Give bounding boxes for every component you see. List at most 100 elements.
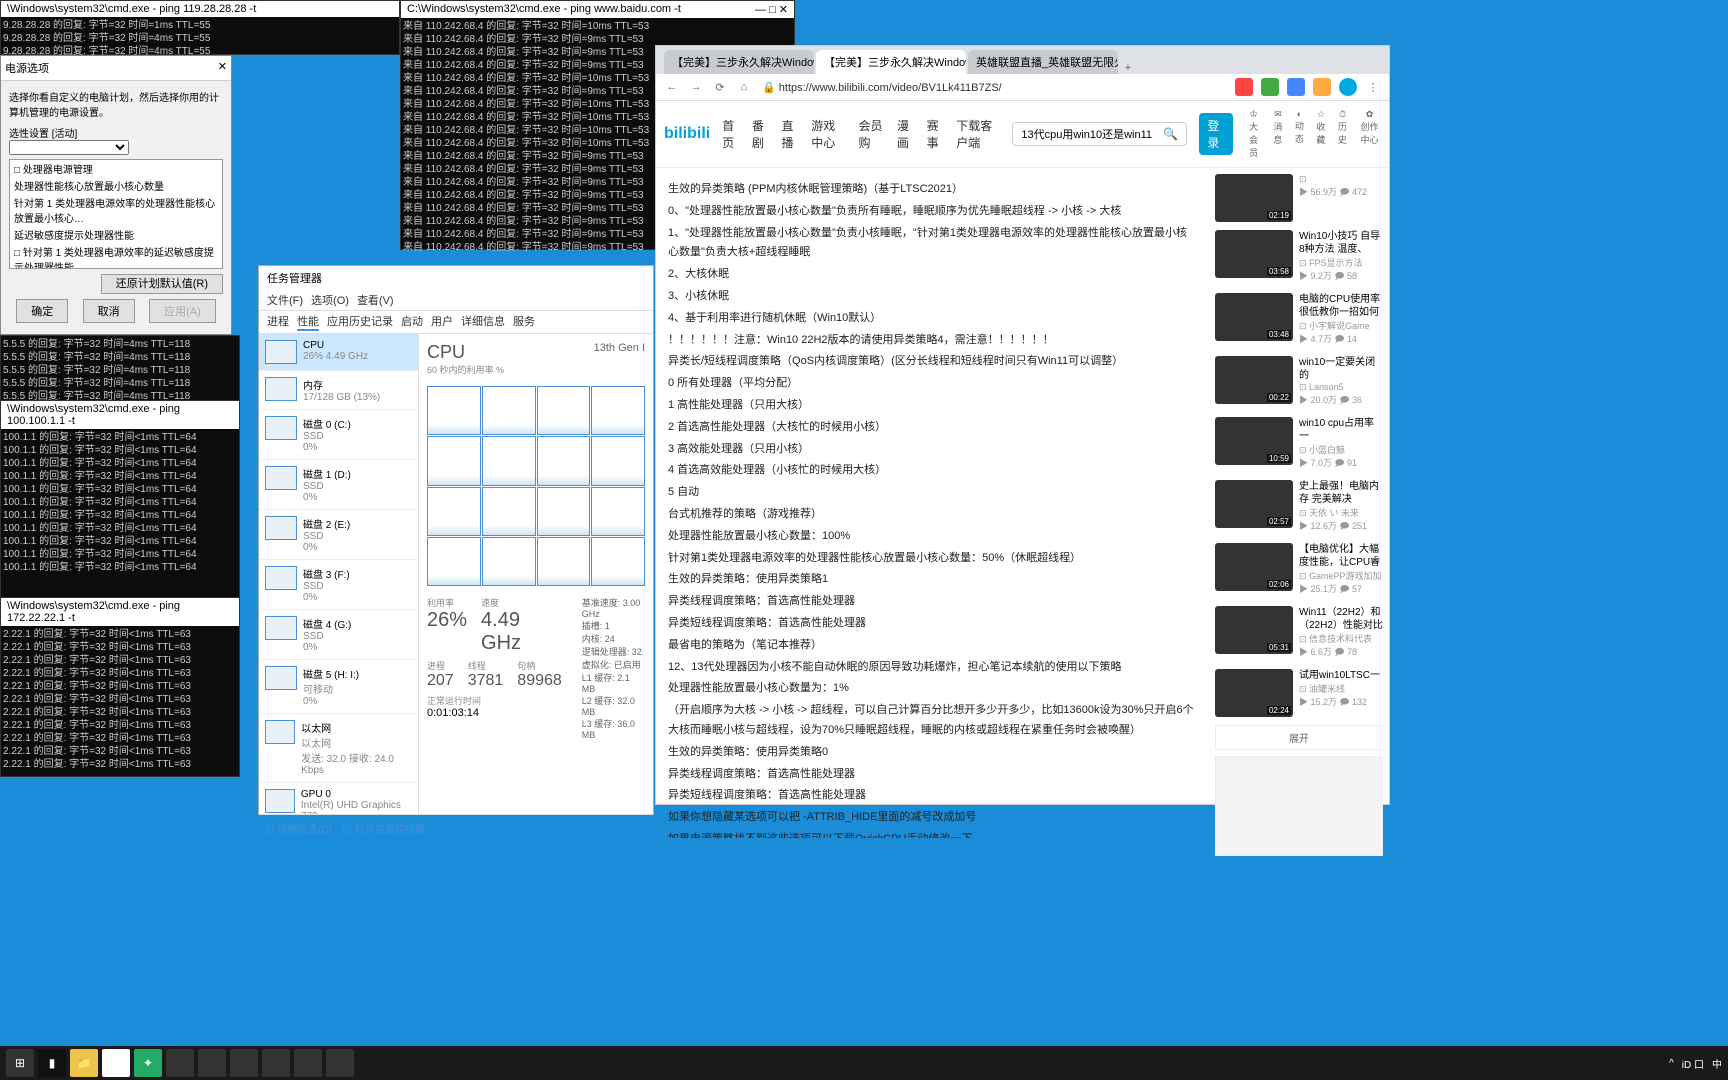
cpu-speed: 4.49 GHz bbox=[481, 609, 562, 655]
cmd1-title-bar[interactable]: \Windows\system32\cmd.exe - ping 119.28.… bbox=[1, 1, 399, 17]
tab-1[interactable]: 【完美】三步永久解决Window✕ bbox=[816, 50, 966, 74]
perf-item[interactable]: 磁盘 3 (F:)SSD 0% bbox=[259, 560, 418, 610]
dialog-title-bar[interactable]: 电源选项✕ bbox=[1, 56, 231, 81]
nav-anime[interactable]: 番剧 bbox=[752, 117, 770, 151]
perf-item[interactable]: 磁盘 4 (G:)SSD 0% bbox=[259, 610, 418, 660]
explorer-icon[interactable]: 📁 bbox=[70, 1049, 98, 1077]
cmd-window-4[interactable]: \Windows\system32\cmd.exe - ping 100.100… bbox=[0, 400, 240, 600]
nav-home[interactable]: 首页 bbox=[722, 117, 740, 151]
new-tab-button[interactable]: + bbox=[1120, 62, 1136, 74]
history-icon[interactable]: ⏱历史 bbox=[1337, 109, 1348, 159]
settings-tree[interactable]: □ 处理器电源管理 处理器性能核心放置最小核心数量 针对第 1 类处理器电源效率… bbox=[9, 159, 223, 269]
forward-icon[interactable]: → bbox=[688, 81, 704, 93]
menu-icon[interactable]: ⋮ bbox=[1365, 81, 1381, 94]
expand-button[interactable]: 展开 bbox=[1215, 725, 1383, 750]
rec-item[interactable]: 03:48电脑的CPU使用率很低教你一招如何轻松⊡ 小宇解说Game▶ 4.7万… bbox=[1215, 293, 1383, 348]
restore-button[interactable]: 还原计划默认值(R) bbox=[101, 274, 223, 294]
rec-item[interactable]: 10:59win10 cpu占用率一⊡ 小蓝白鲸▶ 7.0万 🗩 91 bbox=[1215, 417, 1383, 472]
browser-window[interactable]: 【完美】三步永久解决Window✕ 【完美】三步永久解决Window✕ 英雄联盟… bbox=[655, 45, 1390, 805]
cancel-button[interactable]: 取消 bbox=[83, 299, 135, 323]
chrome-icon[interactable]: ◉ bbox=[102, 1049, 130, 1077]
tab-0[interactable]: 【完美】三步永久解决Window✕ bbox=[664, 50, 814, 74]
window-controls[interactable]: — □ ✕ bbox=[755, 3, 788, 16]
nav-shop[interactable]: 会员购 bbox=[858, 117, 884, 151]
search-box[interactable]: 🔍 bbox=[1012, 122, 1187, 146]
activity-icon[interactable]: ◐动态 bbox=[1294, 109, 1305, 159]
create-icon[interactable]: ✿创作中心 bbox=[1358, 109, 1381, 159]
search-icon[interactable]: 🔍 bbox=[1163, 127, 1178, 141]
system-tray[interactable]: ^ iD 口 中 bbox=[1669, 1056, 1722, 1071]
reload-icon[interactable]: ⟳ bbox=[712, 81, 728, 94]
app-icon[interactable] bbox=[294, 1049, 322, 1077]
app-icon[interactable] bbox=[230, 1049, 258, 1077]
menu-view[interactable]: 查看(V) bbox=[357, 292, 394, 308]
tab-startup[interactable]: 启动 bbox=[401, 313, 423, 331]
home-icon[interactable]: ⌂ bbox=[736, 81, 752, 93]
perf-item[interactable]: 磁盘 1 (D:)SSD 0% bbox=[259, 460, 418, 510]
close-icon[interactable]: ✕ bbox=[218, 60, 227, 76]
ext-icon[interactable] bbox=[1287, 78, 1305, 96]
power-options-dialog[interactable]: 电源选项✕ 选择你看自定义的电脑计划，然后选择你用的计算机管理的电源设置。 选性… bbox=[0, 55, 232, 335]
app-icon[interactable] bbox=[326, 1049, 354, 1077]
apply-button[interactable]: 应用(A) bbox=[149, 299, 216, 323]
app-icon[interactable] bbox=[198, 1049, 226, 1077]
cmd-window-5[interactable]: \Windows\system32\cmd.exe - ping 172.22.… bbox=[0, 597, 240, 777]
bilibili-logo[interactable]: bilibili bbox=[664, 125, 710, 143]
rec-item[interactable]: 02:57史上最强！电脑内存 完美解决Window⊡ 天依 い 未来▶ 12.6… bbox=[1215, 480, 1383, 535]
tab-performance[interactable]: 性能 bbox=[297, 313, 319, 331]
vip-icon[interactable]: ♔大会员 bbox=[1245, 109, 1262, 159]
ext-icon[interactable] bbox=[1261, 78, 1279, 96]
cmd4-title[interactable]: \Windows\system32\cmd.exe - ping 100.100… bbox=[1, 401, 239, 429]
tab-services[interactable]: 服务 bbox=[513, 313, 535, 331]
tab-history[interactable]: 应用历史记录 bbox=[327, 313, 393, 331]
taskbar[interactable]: ⊞ ▮ 📁 ◉ ✦ ^ iD 口 中 bbox=[0, 1046, 1728, 1080]
menu-options[interactable]: 选项(O) bbox=[311, 292, 349, 308]
rec-item[interactable]: 02:19⊡ ▶ 56.9万 🗩 472 bbox=[1215, 174, 1383, 222]
taskmgr-title[interactable]: 任务管理器 bbox=[259, 266, 653, 290]
perf-item[interactable]: 内存17/128 GB (13%) bbox=[259, 371, 418, 410]
tab-details[interactable]: 详细信息 bbox=[461, 313, 505, 331]
task-manager[interactable]: 任务管理器 文件(F) 选项(O) 查看(V) 进程 性能 应用历史记录 启动 … bbox=[258, 265, 654, 815]
nav-game[interactable]: 游戏中心 bbox=[811, 117, 846, 151]
cmd-icon[interactable]: ▮ bbox=[38, 1049, 66, 1077]
app-icon[interactable] bbox=[262, 1049, 290, 1077]
perf-item[interactable]: 磁盘 2 (E:)SSD 0% bbox=[259, 510, 418, 560]
rec-item[interactable]: 05:31Win11（22H2）和（22H2）性能对比⊡ 信息技术科代表▶ 6.… bbox=[1215, 606, 1383, 661]
open-monitor[interactable]: ⊙ 打开资源监视器 bbox=[342, 821, 425, 836]
app-icon[interactable]: ✦ bbox=[134, 1049, 162, 1077]
perf-item[interactable]: 以太网以太网 发送: 32.0 接收: 24.0 Kbps bbox=[259, 714, 418, 783]
perf-item[interactable]: GPU 0Intel(R) UHD Graphics 770 0% bbox=[259, 783, 418, 814]
rec-item[interactable]: 03:58Win10小技巧 自导8种方法 温度、cpu占⊡ FPS显示方法▶ 9… bbox=[1215, 230, 1383, 285]
tab-processes[interactable]: 进程 bbox=[267, 313, 289, 331]
app-icon[interactable] bbox=[166, 1049, 194, 1077]
message-icon[interactable]: ✉消息 bbox=[1272, 109, 1283, 159]
address-bar[interactable]: 🔒 https://www.bilibili.com/video/BV1Lk41… bbox=[760, 79, 1227, 96]
perf-item[interactable]: CPU26% 4.49 GHz bbox=[259, 334, 418, 371]
search-input[interactable] bbox=[1021, 127, 1163, 141]
nav-manga[interactable]: 漫画 bbox=[897, 117, 915, 151]
plan-select[interactable] bbox=[9, 140, 129, 155]
ext-icon[interactable] bbox=[1313, 78, 1331, 96]
start-button[interactable]: ⊞ bbox=[6, 1049, 34, 1077]
fewer-details[interactable]: ⊙ 简略信息(D) bbox=[265, 821, 332, 836]
rec-item[interactable]: 00:22win10一定要关闭的⊡ Lanson5▶ 20.0万 🗩 36 bbox=[1215, 356, 1383, 409]
login-button[interactable]: 登录 bbox=[1199, 113, 1233, 155]
tab-users[interactable]: 用户 bbox=[431, 313, 453, 331]
ext-icon[interactable] bbox=[1339, 78, 1357, 96]
rec-item[interactable]: 02:06【电脑优化】大幅度性能，让CPU睿频⊡ GamePP游戏加加▶ 25.… bbox=[1215, 543, 1383, 598]
nav-download[interactable]: 下载客户端 bbox=[956, 117, 1000, 151]
ok-button[interactable]: 确定 bbox=[16, 299, 68, 323]
perf-item[interactable]: 磁盘 5 (H: I:)可移动 0% bbox=[259, 660, 418, 714]
tab-2[interactable]: 英雄联盟直播_英雄联盟无限火✕ bbox=[968, 50, 1118, 74]
fav-icon[interactable]: ☆收藏 bbox=[1315, 109, 1326, 159]
cmd5-title[interactable]: \Windows\system32\cmd.exe - ping 172.22.… bbox=[1, 598, 239, 626]
cmd2-title-bar[interactable]: C:\Windows\system32\cmd.exe - ping www.b… bbox=[401, 1, 794, 18]
perf-item[interactable]: 磁盘 0 (C:)SSD 0% bbox=[259, 410, 418, 460]
menu-file[interactable]: 文件(F) bbox=[267, 292, 303, 308]
cmd-window-1[interactable]: \Windows\system32\cmd.exe - ping 119.28.… bbox=[0, 0, 400, 55]
nav-live[interactable]: 直播 bbox=[782, 117, 800, 151]
ext-icon[interactable] bbox=[1235, 78, 1253, 96]
nav-match[interactable]: 赛事 bbox=[927, 117, 945, 151]
back-icon[interactable]: ← bbox=[664, 81, 680, 93]
rec-item[interactable]: 02:24试用win10LTSC一⊡ 油罐米线▶ 15.2万 🗩 132 bbox=[1215, 669, 1383, 717]
